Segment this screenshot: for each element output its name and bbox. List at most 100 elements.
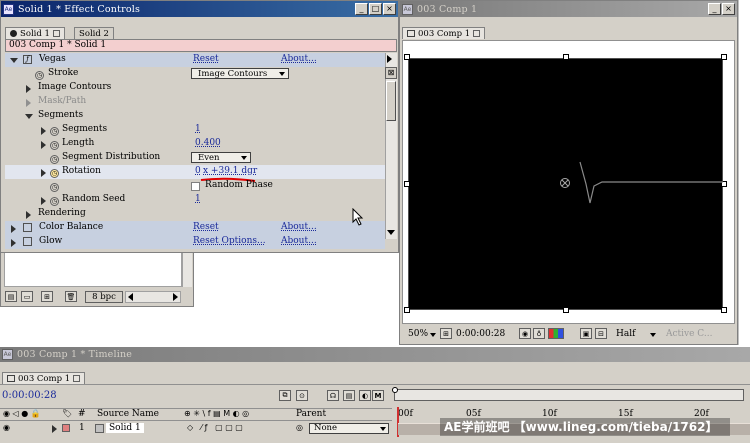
- effect-controls-titlebar[interactable]: Ae Solid 1 * Effect Controls _ □ ×: [1, 1, 398, 17]
- trash-icon[interactable]: 🗑: [65, 291, 77, 302]
- channel-rgb-icon[interactable]: [548, 328, 564, 339]
- panel-menu-icon[interactable]: ⊠: [385, 67, 397, 79]
- vegas-reset-link[interactable]: Reset: [193, 54, 219, 64]
- close-button[interactable]: ×: [383, 3, 396, 15]
- expand-arrow-icon[interactable]: [52, 425, 57, 433]
- expand-arrow-icon[interactable]: [11, 239, 16, 247]
- stopwatch-icon[interactable]: ◷: [50, 141, 59, 150]
- bpc-button[interactable]: 8 bpc: [85, 291, 123, 303]
- stopwatch-icon[interactable]: ◷: [35, 71, 44, 80]
- layer-switches[interactable]: ◇ ⁄ ƒ ▢ ▢ ▢: [187, 423, 243, 432]
- color-balance-about-link[interactable]: About...: [281, 222, 317, 232]
- interpret-footage-icon[interactable]: ▤: [5, 291, 17, 302]
- tab-solid-1[interactable]: Solid 1: [5, 27, 65, 39]
- snapshot-icon[interactable]: ◉: [519, 328, 531, 339]
- scroll-right-arrow-icon[interactable]: [173, 293, 178, 301]
- comp-mini-flowchart-icon[interactable]: ⧉: [279, 390, 291, 401]
- shy-layers-icon[interactable]: ☊: [327, 390, 339, 401]
- draft-3d-icon[interactable]: ⊙: [296, 390, 308, 401]
- time-navigator[interactable]: [394, 389, 744, 401]
- resolution-dropdown[interactable]: Half: [616, 329, 635, 339]
- vegas-about-link[interactable]: About...: [281, 54, 317, 64]
- collapse-arrow-icon[interactable]: [25, 114, 33, 119]
- motion-blur-icon[interactable]: ◐: [359, 390, 371, 401]
- close-button[interactable]: ×: [722, 3, 735, 15]
- color-balance-reset-link[interactable]: Reset: [193, 222, 219, 232]
- expand-arrow-icon[interactable]: [11, 225, 16, 233]
- timeline-titlebar[interactable]: Ae 003 Comp 1 * Timeline: [0, 347, 750, 362]
- rendering-label: Rendering: [38, 208, 86, 218]
- random-phase-label: Random Phase: [205, 180, 273, 190]
- fx-enable-icon[interactable]: [23, 237, 32, 246]
- frame-blending-icon[interactable]: ▤: [343, 390, 355, 401]
- timeline-current-time[interactable]: 0:00:00:28: [2, 390, 57, 401]
- collapse-arrow-icon[interactable]: [10, 58, 18, 63]
- project-scrollbar[interactable]: [182, 253, 192, 287]
- random-phase-checkbox[interactable]: [191, 182, 200, 191]
- segment-distribution-dropdown[interactable]: Even: [191, 152, 251, 163]
- layer-label-color[interactable]: [62, 424, 70, 432]
- expand-arrow-icon[interactable]: [26, 211, 31, 219]
- active-camera-dropdown[interactable]: Active C...: [666, 329, 712, 339]
- tab-close-icon[interactable]: [473, 30, 481, 37]
- safe-zones-icon[interactable]: ⊞: [440, 328, 452, 339]
- length-value[interactable]: 0.400: [195, 138, 221, 148]
- random-seed-value[interactable]: 1: [195, 194, 201, 204]
- source-name-column[interactable]: Source Name: [97, 409, 159, 419]
- stroke-dropdown[interactable]: Image Contours: [191, 68, 289, 79]
- pickwhip-icon[interactable]: ◎: [296, 423, 303, 432]
- transparency-grid-icon[interactable]: ⊟: [595, 328, 607, 339]
- expand-arrow-icon[interactable]: [26, 99, 31, 107]
- zoom-dropdown-arrow-icon[interactable]: [430, 333, 436, 337]
- scroll-left-arrow-icon[interactable]: [128, 293, 133, 301]
- glow-reset-options-link[interactable]: Reset Options...: [193, 236, 266, 246]
- scroll-arrow-right-icon[interactable]: [387, 55, 392, 63]
- scroll-down-arrow-icon[interactable]: [387, 230, 395, 235]
- region-of-interest-icon[interactable]: ▣: [580, 328, 592, 339]
- show-snapshot-icon[interactable]: ♁: [533, 328, 545, 339]
- glow-about-link[interactable]: About...: [281, 236, 317, 246]
- parent-dropdown[interactable]: None: [309, 423, 389, 434]
- tab-003-comp-1[interactable]: 003 Comp 1: [402, 27, 486, 39]
- viewer-timecode[interactable]: 0:00:00:28: [456, 329, 505, 339]
- tab-close-icon[interactable]: [73, 375, 81, 382]
- stopwatch-icon[interactable]: ◷: [50, 197, 59, 206]
- expand-arrow-icon[interactable]: [26, 85, 31, 93]
- tab-timeline-003-comp-1[interactable]: 003 Comp 1: [2, 372, 86, 384]
- rotation-value[interactable]: x +39.1 dgr: [203, 166, 257, 176]
- scroll-thumb[interactable]: [386, 81, 396, 121]
- minimize-button[interactable]: _: [355, 3, 368, 15]
- maximize-button[interactable]: □: [369, 3, 382, 15]
- expand-arrow-icon[interactable]: [41, 127, 46, 135]
- tab-close-icon[interactable]: [52, 30, 60, 37]
- composition-titlebar[interactable]: Ae 003 Comp 1 _ ×: [400, 1, 737, 17]
- segments-value[interactable]: 1: [195, 124, 201, 134]
- right-edge-scrollbar[interactable]: [738, 0, 750, 345]
- expand-arrow-icon[interactable]: [41, 169, 46, 177]
- graph-editor-icon[interactable]: M: [372, 390, 384, 401]
- rotation-revolutions[interactable]: 0: [195, 166, 201, 176]
- zoom-dropdown[interactable]: 50%: [408, 329, 428, 339]
- minimize-button[interactable]: _: [708, 3, 721, 15]
- fx-enable-icon[interactable]: [23, 223, 32, 232]
- video-switch-icon[interactable]: ◉: [3, 423, 10, 432]
- layer-name[interactable]: Solid 1: [106, 423, 144, 433]
- image-contours-label: Image Contours: [38, 82, 112, 92]
- composition-window: Ae 003 Comp 1 _ × 003 Comp 1 50% ⊞ 0:00:…: [399, 0, 738, 345]
- anchor-point-icon[interactable]: [559, 177, 571, 189]
- expand-arrow-icon[interactable]: [41, 141, 46, 149]
- comp-icon: [7, 375, 15, 382]
- stopwatch-icon[interactable]: ◷: [50, 127, 59, 136]
- new-comp-icon[interactable]: ⊞: [41, 291, 53, 302]
- tab-solid-2[interactable]: Solid 2: [74, 27, 114, 39]
- fx-enable-icon[interactable]: ƒ: [23, 55, 32, 64]
- time-navigator-start-handle[interactable]: [392, 387, 398, 393]
- new-folder-icon[interactable]: ▭: [21, 291, 33, 302]
- expand-arrow-icon[interactable]: [41, 197, 46, 205]
- parent-column: Parent: [296, 409, 327, 419]
- resolution-dropdown-arrow-icon[interactable]: [650, 333, 656, 337]
- parent-dropdown-arrow-icon[interactable]: [380, 427, 386, 431]
- stopwatch-icon[interactable]: ◷: [50, 169, 59, 178]
- stopwatch-icon[interactable]: ◷: [50, 183, 59, 192]
- stopwatch-icon[interactable]: ◷: [50, 155, 59, 164]
